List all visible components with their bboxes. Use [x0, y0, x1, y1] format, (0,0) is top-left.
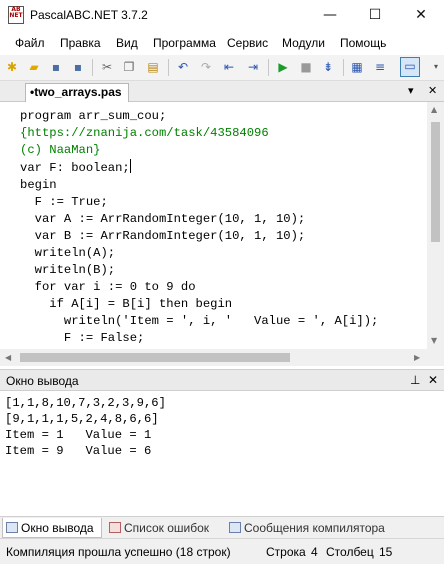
column-label: Столбец [326, 545, 374, 559]
code-editor[interactable]: program arr_sum_cou; {https://znanija.com… [0, 102, 444, 349]
open-folder-icon[interactable]: ▰ [26, 59, 42, 75]
code-line: var B := ArrRandomInteger(10, 1, 10); [20, 229, 306, 243]
menu-service[interactable]: Сервис [227, 36, 268, 50]
editor-gutter [0, 102, 14, 349]
output-window[interactable]: [1,1,8,10,7,3,2,3,9,6] [9,1,1,1,5,2,4,8,6… [0, 391, 444, 515]
copy-icon[interactable]: ❐ [121, 59, 137, 75]
cut-icon[interactable]: ✂ [99, 59, 115, 75]
window-title: PascalABC.NET 3.7.2 [30, 8, 148, 22]
code-line: (c) NaaMan} [20, 143, 101, 157]
output-line: Item = 9 Value = 6 [5, 444, 152, 458]
save-all-icon[interactable]: ▪ [70, 59, 86, 75]
toolbar-separator [343, 59, 344, 76]
menu-help[interactable]: Помощь [340, 36, 386, 50]
toolbar-separator [92, 59, 93, 76]
tab-output-window-label: Окно вывода [21, 521, 94, 535]
code-line: F := False; [20, 331, 145, 345]
editor-vertical-scrollbar[interactable]: ▲ ▼ [427, 102, 444, 349]
menu-file[interactable]: Файл [15, 36, 45, 50]
run-icon[interactable]: ▶ [275, 59, 291, 75]
code-line: writeln(A); [20, 246, 116, 260]
scroll-left-arrow-icon[interactable]: ◀ [5, 353, 11, 362]
row-value: 4 [311, 545, 318, 559]
code-line: writeln('Item = ', i, ' Value = ', A[i])… [20, 314, 379, 328]
menu-program[interactable]: Программа [153, 36, 216, 50]
minimize-button[interactable]: — [307, 0, 353, 30]
row-label: Строка [266, 545, 306, 559]
app-logo-icon: AB NET [8, 6, 24, 24]
error-list-icon [109, 522, 121, 533]
stop-icon[interactable]: ■ [298, 59, 314, 75]
menu-bar: Файл Правка Вид Программа Сервис Модули … [0, 31, 444, 55]
toolbar-overflow-icon[interactable]: ▾ [428, 59, 444, 75]
code-line: var F: boolean; [20, 159, 131, 175]
output-line: [9,1,1,1,5,2,4,8,6,6] [5, 412, 159, 426]
title-bar: AB NET PascalABC.NET 3.7.2 — ☐ ✕ [0, 0, 444, 31]
redo-icon[interactable]: ↷ [198, 59, 214, 75]
code-line: for var i := 0 to 9 do [20, 280, 196, 294]
scroll-up-arrow-icon[interactable]: ▲ [431, 105, 437, 114]
compiler-messages-icon [229, 522, 241, 533]
close-button[interactable]: ✕ [398, 0, 444, 30]
tab-two-arrays[interactable]: •two_arrays.pas [25, 83, 129, 102]
tab-list-dropdown-icon[interactable]: ▾ [408, 84, 414, 97]
bottom-tab-bar: Окно вывода Список ошибок Сообщения комп… [0, 516, 444, 538]
text-caret [129, 159, 131, 173]
tab-error-list-label: Список ошибок [124, 521, 210, 535]
indent-left-icon[interactable]: ⇤ [221, 59, 237, 75]
step-icon[interactable]: ⇟ [320, 59, 336, 75]
tab-label: •two_arrays.pas [30, 85, 122, 99]
code-line: writeln(B); [20, 263, 116, 277]
maximize-button[interactable]: ☐ [352, 0, 398, 30]
code-line: program arr_sum_cou; [20, 109, 167, 123]
indent-right-icon[interactable]: ⇥ [245, 59, 261, 75]
menu-view[interactable]: Вид [116, 36, 138, 50]
editor-horizontal-scrollbar[interactable]: ◀ ▶ [0, 349, 444, 366]
toolbar-separator [268, 59, 269, 76]
code-line: begin [20, 178, 57, 192]
tab-compiler-messages[interactable]: Сообщения компилятора [226, 518, 394, 538]
output-panel-title: Окно вывода [6, 374, 79, 388]
scroll-down-arrow-icon[interactable]: ▼ [431, 336, 437, 345]
scroll-right-arrow-icon[interactable]: ▶ [414, 353, 420, 362]
tab-close-icon[interactable]: ✕ [428, 84, 437, 97]
form-icon[interactable]: ▦ [349, 59, 365, 75]
console-icon[interactable]: ▭ [400, 57, 420, 77]
vertical-scroll-thumb[interactable] [431, 122, 440, 242]
format-icon[interactable]: ≡ [372, 59, 388, 75]
code-line: if A[i] = B[i] then begin [20, 297, 233, 311]
tab-error-list[interactable]: Список ошибок [106, 518, 222, 538]
output-line: [1,1,8,10,7,3,2,3,9,6] [5, 396, 166, 410]
output-window-icon [6, 522, 18, 533]
menu-edit[interactable]: Правка [60, 36, 101, 50]
output-close-icon[interactable]: ✕ [428, 373, 438, 387]
compile-status-message: Компиляция прошла успешно (18 строк) [6, 545, 231, 559]
editor-tab-row: •two_arrays.pas ▾ ✕ [0, 81, 444, 102]
code-line: {https://znanija.com/task/43584096 [20, 126, 269, 140]
paste-icon[interactable]: ▤ [145, 59, 161, 75]
output-text: [1,1,8,10,7,3,2,3,9,6] [9,1,1,1,5,2,4,8,6… [5, 395, 166, 459]
undo-icon[interactable]: ↶ [175, 59, 191, 75]
column-value: 15 [379, 545, 393, 559]
code-line: F := True; [20, 195, 108, 209]
code-text[interactable]: program arr_sum_cou; {https://znanija.com… [20, 108, 378, 347]
toolbar-separator [168, 59, 169, 76]
tab-output-window[interactable]: Окно вывода [2, 518, 102, 538]
new-file-icon[interactable]: ✱ [4, 59, 20, 75]
horizontal-scroll-thumb[interactable] [20, 353, 290, 362]
output-panel-header: Окно вывода ⊥ ✕ [0, 369, 444, 391]
toolbar: ✱ ▰ ▪ ▪ ✂ ❐ ▤ ↶ ↷ ⇤ ⇥ ▶ ■ ⇟ ▦ ≡ ▭ ▾ [0, 55, 444, 81]
tab-compiler-messages-label: Сообщения компилятора [244, 521, 385, 535]
code-line: var A := ArrRandomInteger(10, 1, 10); [20, 212, 306, 226]
menu-modules[interactable]: Модули [282, 36, 325, 50]
status-bar: Компиляция прошла успешно (18 строк) Стр… [0, 538, 444, 564]
output-line: Item = 1 Value = 1 [5, 428, 152, 442]
save-icon[interactable]: ▪ [48, 59, 64, 75]
pin-icon[interactable]: ⊥ [410, 373, 420, 387]
